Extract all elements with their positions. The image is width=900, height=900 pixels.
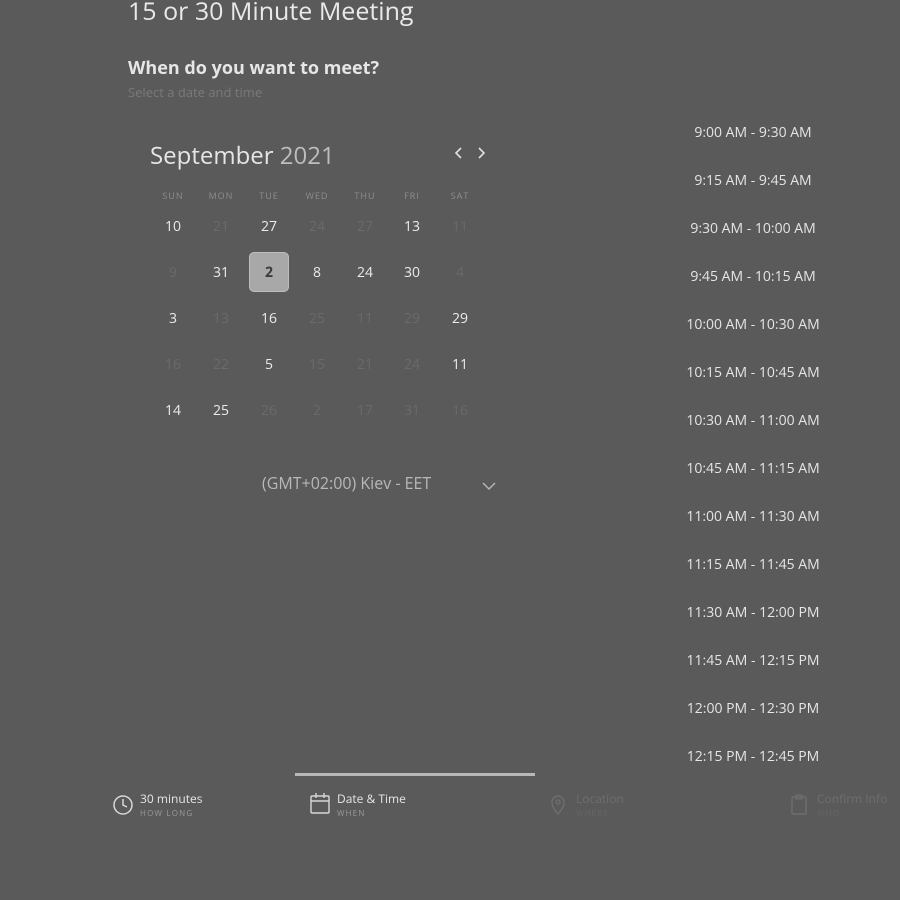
step-label: Date & Time bbox=[337, 790, 406, 807]
step-sublabel: WHO bbox=[817, 808, 841, 819]
time-slot-button[interactable]: 11:30 AM - 12:00 PM bbox=[672, 602, 834, 624]
calendar-day: 16 bbox=[451, 400, 468, 420]
prev-month-button[interactable] bbox=[449, 143, 469, 163]
calendar-day: 13 bbox=[212, 308, 229, 328]
calendar-day: 17 bbox=[356, 400, 373, 420]
time-slot-button[interactable]: 9:30 AM - 10:00 AM bbox=[672, 218, 834, 240]
calendar-day[interactable]: 25 bbox=[201, 390, 241, 430]
calendar-day: 27 bbox=[356, 216, 373, 236]
time-slot-button[interactable]: 9:45 AM - 10:15 AM bbox=[672, 266, 834, 288]
step-sublabel: WHEN bbox=[337, 808, 366, 819]
clipboard-icon bbox=[789, 794, 809, 821]
step-sublabel: WHERE bbox=[576, 808, 610, 819]
time-slot-button[interactable]: 10:00 AM - 10:30 AM bbox=[672, 314, 834, 336]
calendar-day: 22 bbox=[212, 354, 229, 374]
chevron-right-icon bbox=[478, 147, 486, 159]
time-slot-button[interactable]: 11:00 AM - 11:30 AM bbox=[672, 506, 834, 528]
calendar-day[interactable]: 31 bbox=[201, 252, 241, 292]
time-slot-button[interactable]: 11:45 AM - 12:15 PM bbox=[672, 650, 834, 672]
time-slot-button[interactable]: 11:15 AM - 11:45 AM bbox=[672, 554, 834, 576]
calendar-day[interactable]: 13 bbox=[392, 206, 432, 246]
clock-icon bbox=[112, 794, 134, 821]
time-slot-button[interactable]: 10:30 AM - 11:00 AM bbox=[672, 410, 834, 432]
calendar-day[interactable]: 29 bbox=[440, 298, 480, 338]
calendar-icon bbox=[309, 792, 331, 821]
step-progress-indicator bbox=[295, 773, 535, 776]
time-slot-button[interactable]: 9:15 AM - 9:45 AM bbox=[672, 170, 834, 192]
calendar-day[interactable]: 14 bbox=[153, 390, 193, 430]
step-sublabel: HOW LONG bbox=[140, 808, 194, 819]
calendar-day: 9 bbox=[168, 262, 177, 282]
calendar-day: 24 bbox=[403, 354, 420, 374]
time-slot-button[interactable]: 10:45 AM - 11:15 AM bbox=[672, 458, 834, 480]
time-slot-button[interactable]: 9:00 AM - 9:30 AM bbox=[672, 122, 834, 144]
next-month-button[interactable] bbox=[471, 143, 491, 163]
calendar-day: 21 bbox=[356, 354, 373, 374]
calendar-month-label: September 2021 bbox=[150, 139, 335, 172]
weekday-label: WED bbox=[305, 189, 329, 202]
calendar-day[interactable]: 30 bbox=[392, 252, 432, 292]
calendar-day: 11 bbox=[451, 216, 468, 236]
calendar-day: 26 bbox=[260, 400, 277, 420]
section-hint: Select a date and time bbox=[128, 83, 263, 101]
month-name: September bbox=[150, 139, 274, 172]
section-heading: When do you want to meet? bbox=[128, 56, 380, 80]
calendar-day: 15 bbox=[308, 354, 325, 374]
calendar-day-selected[interactable]: 2 bbox=[249, 252, 289, 292]
weekday-label: FRI bbox=[404, 189, 420, 202]
calendar-day[interactable]: 10 bbox=[153, 206, 193, 246]
step-label: Location bbox=[576, 790, 624, 807]
calendar-day: 25 bbox=[308, 308, 325, 328]
calendar-day[interactable]: 8 bbox=[297, 252, 337, 292]
year-name: 2021 bbox=[279, 139, 335, 172]
calendar-day: 21 bbox=[212, 216, 229, 236]
weekday-label: THU bbox=[354, 189, 376, 202]
timezone-select[interactable]: (GMT+02:00) Kiev - EET bbox=[262, 472, 431, 494]
time-slot-button[interactable]: 10:15 AM - 10:45 AM bbox=[672, 362, 834, 384]
calendar-day: 4 bbox=[455, 262, 464, 282]
calendar-day[interactable]: 11 bbox=[440, 344, 480, 384]
weekday-label: SAT bbox=[450, 189, 470, 202]
step-label: 30 minutes bbox=[140, 790, 203, 807]
location-pin-icon bbox=[548, 794, 568, 821]
time-slot-button[interactable]: 12:00 PM - 12:30 PM bbox=[672, 698, 834, 720]
chevron-left-icon bbox=[454, 147, 462, 159]
calendar-day: 24 bbox=[308, 216, 325, 236]
chevron-down-icon[interactable] bbox=[481, 476, 497, 498]
weekday-label: SUN bbox=[162, 189, 184, 202]
calendar-day: 31 bbox=[403, 400, 420, 420]
calendar-day[interactable]: 24 bbox=[345, 252, 385, 292]
calendar-day: 29 bbox=[403, 308, 420, 328]
calendar-day[interactable]: 27 bbox=[249, 206, 289, 246]
weekday-label: TUE bbox=[259, 189, 279, 202]
calendar-day: 16 bbox=[164, 354, 181, 374]
step-label: Confirm Info bbox=[817, 790, 888, 807]
weekday-label: MON bbox=[208, 189, 234, 202]
calendar-day[interactable]: 3 bbox=[153, 298, 193, 338]
calendar-day: 11 bbox=[356, 308, 373, 328]
page-title: 15 or 30 Minute Meeting bbox=[128, 0, 414, 28]
time-slot-button[interactable]: 12:15 PM - 12:45 PM bbox=[672, 746, 834, 768]
calendar-day[interactable]: 16 bbox=[249, 298, 289, 338]
calendar-day: 2 bbox=[312, 400, 321, 420]
calendar-day[interactable]: 5 bbox=[249, 344, 289, 384]
